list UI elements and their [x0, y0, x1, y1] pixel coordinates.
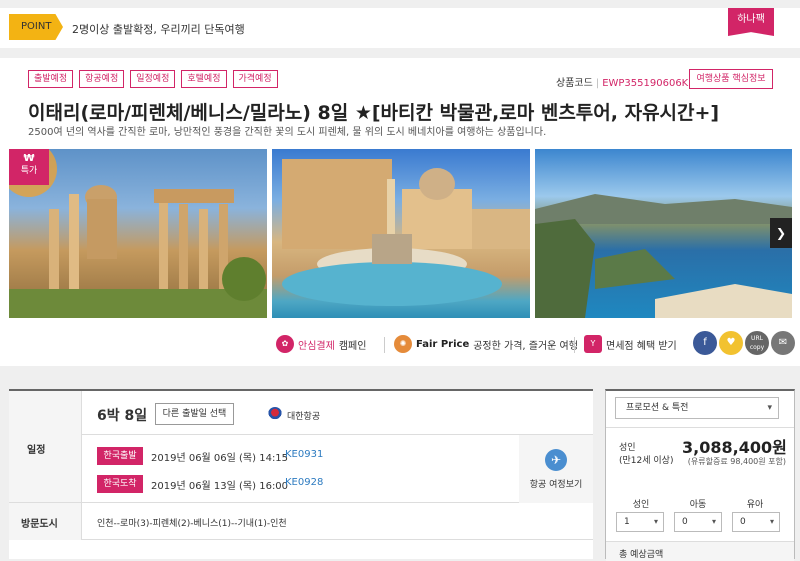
price-note: (유류할증료 98,400원 포함): [687, 457, 786, 466]
dutyfree-link[interactable]: Y 면세점 혜택 받기: [584, 335, 677, 353]
product-subtitle: 2500여 년의 역사를 간직한 로마, 낭만적인 풍경을 간직한 꽃의 도시 …: [28, 127, 547, 138]
point-badge: POINT: [9, 14, 63, 40]
facebook-icon[interactable]: f: [693, 331, 717, 355]
photo-gallery: ₩ 특가 ❯: [9, 149, 792, 318]
product-code: 상품코드 | EWP355190606KEA: [556, 78, 702, 89]
photo-rome-fountain[interactable]: [272, 149, 530, 318]
tag-price: 가격예정: [232, 70, 278, 88]
promotion-select[interactable]: 프로모션 & 특전 ▾: [615, 397, 779, 419]
depart-flight-code[interactable]: KE0931: [285, 449, 323, 460]
core-info-button[interactable]: 여행상품 핵심정보: [689, 69, 773, 89]
visit-cities-row: 방문도시 인천--로마(3)-피렌체(2)-베니스(1)--기내(1)-인천: [9, 503, 593, 540]
adult-age: (만12세 이상): [619, 456, 674, 466]
tag-flight: 항공예정: [79, 70, 125, 88]
adult-price: 3,088,400원: [682, 438, 787, 457]
col-child: 아동: [689, 500, 707, 510]
col-adult: 성인: [632, 500, 650, 510]
fair-price-icon: ✺: [394, 335, 412, 353]
divider: [384, 337, 385, 353]
adult-label: 성인: [619, 443, 636, 453]
visit-cities-label-cell: 방문도시: [9, 503, 82, 540]
trip-duration: 6박 8일: [97, 408, 148, 424]
chevron-down-icon: ▾: [711, 517, 716, 526]
route-view-label: 항공 여정보기: [529, 480, 583, 490]
safe-payment-icon: ✿: [276, 335, 294, 353]
route-view-button[interactable]: ✈ 항공 여정보기: [519, 435, 593, 503]
tag-schedule: 일정예정: [130, 70, 176, 88]
product-header: 출발예정 항공예정 일정예정 호텔예정 가격예정 상품코드 | EWP3551906…: [0, 58, 800, 366]
url-copy-icon[interactable]: URL copy: [745, 331, 769, 355]
visit-cities-label: 방문도시: [21, 519, 58, 530]
arrive-time: 2019년 06월 13일 (목) 16:00: [151, 481, 289, 492]
fair-price-link[interactable]: ✺ Fair Price 공정한 가격, 즐거운 여행: [394, 335, 578, 353]
kakao-icon[interactable]: ♥: [719, 331, 743, 355]
arrive-badge: 한국도착: [97, 475, 143, 493]
product-title: 이태리(로마/피렌체/베니스/밀라노) 8일 ★[바티칸 박물관,로마 벤츠투어…: [28, 102, 720, 124]
flight-info: 한국출발 2019년 06월 06일 (목) 14:15 KE0931 한국도착…: [82, 434, 593, 503]
benefits-bar: ✿ 안심결제 캠페인 ✺ Fair Price 공정한 가격, 즐거운 여행 Y…: [0, 328, 800, 358]
product-code-label: 상품코드: [556, 78, 593, 89]
depart-time: 2019년 06월 06일 (목) 14:15: [151, 453, 289, 464]
won-icon: ₩: [23, 153, 35, 164]
safe-payment-rest: 캠페인: [338, 340, 367, 352]
arrive-flight-code[interactable]: KE0928: [285, 477, 323, 488]
schedule-panel: 일정 6박 8일 다른 출발일 선택 대한항공 한국출발 2019년 06월 0…: [9, 389, 593, 559]
safe-payment-link[interactable]: ✿ 안심결제 캠페인: [276, 335, 366, 353]
coast-illustration: [535, 194, 792, 318]
special-price-badge: ₩ 특가: [9, 149, 49, 185]
chevron-down-icon: ▾: [767, 403, 772, 413]
adult-count-select[interactable]: 1 ▾: [616, 512, 664, 532]
dutyfree-icon: Y: [584, 335, 602, 353]
total-estimate-label: 총 예상금액: [619, 550, 664, 560]
col-infant: 유아: [746, 500, 764, 510]
photo-rome-forum[interactable]: ₩ 특가: [9, 149, 267, 318]
fountain-illustration: [282, 159, 530, 306]
fair-price-rest: 공정한 가격, 즐거운 여행: [473, 340, 578, 352]
other-date-button[interactable]: 다른 출발일 선택: [155, 403, 234, 425]
safe-payment-strong: 안심결제: [298, 340, 335, 352]
point-text: 2명이상 출발확정, 우리끼리 단독여행: [72, 23, 245, 36]
gallery-next-button[interactable]: ❯: [770, 218, 792, 248]
special-price-label: 특가: [20, 166, 38, 176]
booking-sidebar: 프로모션 & 특전 ▾ 성인 (만12세 이상) 3,088,400원 (유류할…: [605, 389, 795, 561]
photo-coast[interactable]: ❯: [535, 149, 792, 318]
dutyfree-text: 면세점 혜택 받기: [606, 340, 677, 352]
adult-price-label: 성인 (만12세 이상): [619, 442, 673, 468]
tag-departure: 출발예정: [28, 70, 74, 88]
schedule-label-cell: 일정: [9, 391, 82, 503]
status-tags: 출발예정 항공예정 일정예정 호텔예정 가격예정: [28, 70, 278, 88]
email-icon[interactable]: ✉: [771, 331, 795, 355]
airplane-icon: ✈: [545, 449, 567, 471]
total-estimate-row: 총 예상금액: [606, 541, 794, 561]
airline-name: 대한항공: [287, 412, 321, 422]
depart-badge: 한국출발: [97, 447, 143, 465]
chevron-down-icon: ▾: [653, 517, 658, 526]
point-bar: POINT 2명이상 출발확정, 우리끼리 단독여행 하나팩: [0, 8, 800, 48]
infant-count-select[interactable]: 0 ▾: [732, 512, 780, 532]
divider: [606, 427, 794, 428]
fair-price-strong: Fair Price: [416, 338, 470, 350]
child-count-select[interactable]: 0 ▾: [674, 512, 722, 532]
tag-hotel: 호텔예정: [181, 70, 227, 88]
korean-air-logo-icon: [268, 407, 282, 421]
divider: [574, 337, 575, 353]
promotion-label: 프로모션 & 특전: [626, 403, 689, 413]
infant-count: 0: [740, 517, 746, 527]
product-code-value: EWP355190606KEA: [602, 78, 702, 89]
schedule-label: 일정: [27, 445, 46, 456]
hana-pack-badge: 하나팩: [728, 8, 774, 36]
child-count: 0: [682, 517, 688, 527]
chevron-down-icon: ▾: [769, 517, 774, 526]
adult-count: 1: [624, 517, 630, 527]
visit-cities-value: 인천--로마(3)-피렌체(2)-베니스(1)--기내(1)-인천: [97, 519, 287, 529]
